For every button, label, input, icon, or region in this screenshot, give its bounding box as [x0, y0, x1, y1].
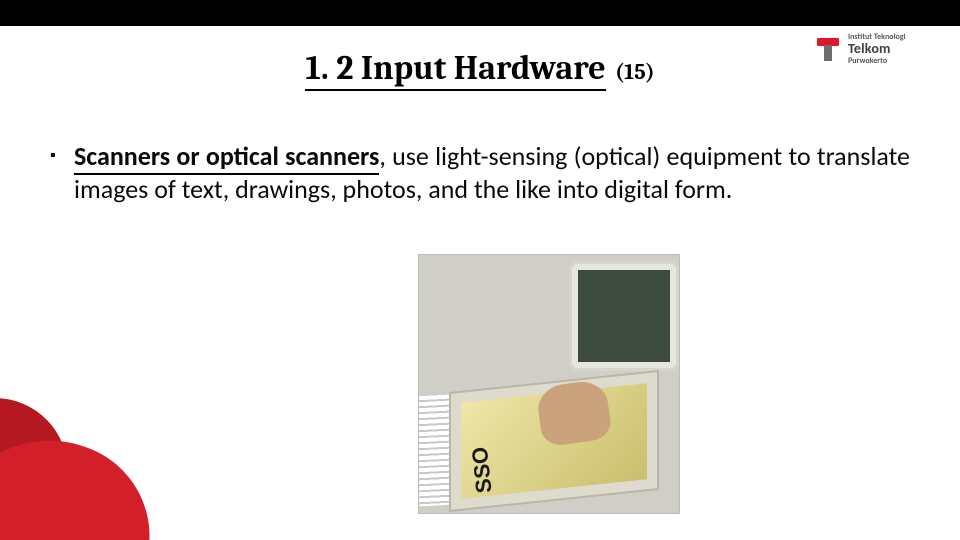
slide: Institut Teknologi Telkom Purwokerto 1. …: [0, 0, 960, 540]
heading-sub: (15): [615, 59, 654, 85]
top-black-bar: [0, 0, 960, 26]
scanner-photo: SSO: [418, 254, 680, 514]
photo-text: SSO: [467, 446, 498, 495]
bullet-text: Scanners or optical scanners, use light-…: [74, 140, 910, 205]
slide-heading: 1. 2 Input Hardware (15): [0, 48, 960, 88]
red-corner-decoration: [0, 390, 190, 540]
bullet-marker-icon: ▪: [50, 140, 74, 205]
bullet-lead: Scanners or optical scanners: [74, 140, 379, 175]
heading-main: 1. 2 Input Hardware: [305, 48, 605, 91]
crt-monitor-icon: [569, 261, 679, 371]
bullet-item: ▪ Scanners or optical scanners, use ligh…: [50, 140, 910, 205]
slide-body: ▪ Scanners or optical scanners, use ligh…: [50, 140, 910, 205]
